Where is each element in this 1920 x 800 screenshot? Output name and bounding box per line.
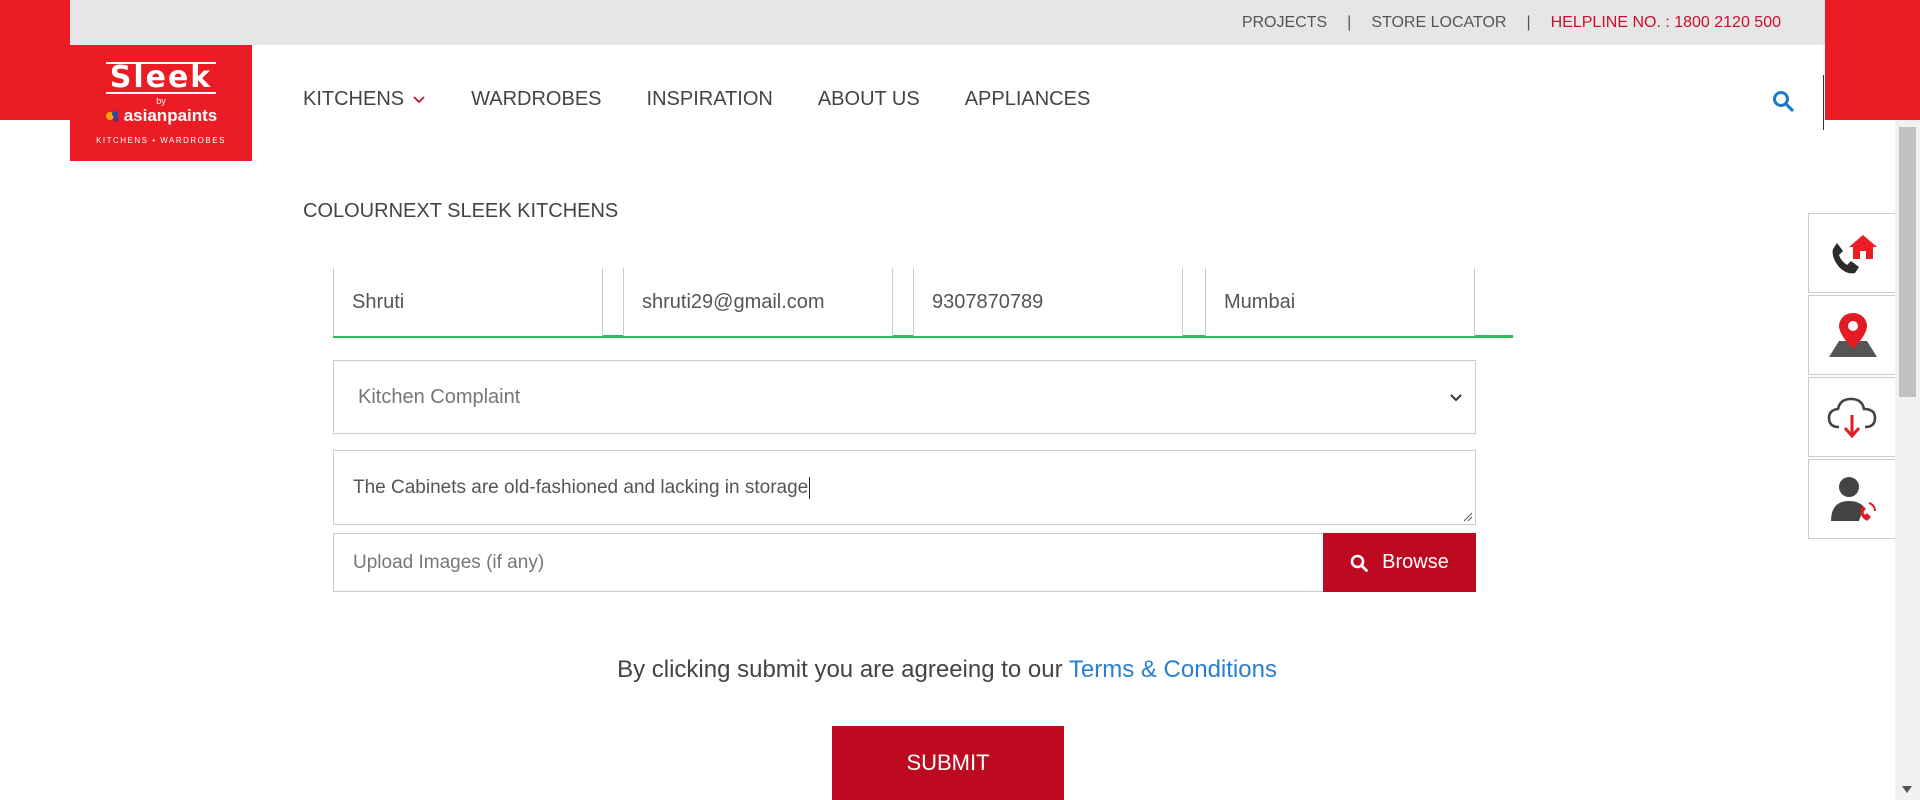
message-text: The Cabinets are old-fashioned and lacki… xyxy=(353,477,809,499)
agree-text: By clicking submit you are agreeing to o… xyxy=(617,656,1063,683)
chevron-down-icon xyxy=(413,95,425,103)
logo-by: by xyxy=(156,95,166,106)
nav-item-label: ABOUT US xyxy=(817,88,920,110)
upload-images-field[interactable]: Upload Images (if any) xyxy=(333,533,1323,592)
nav-item-label: KITCHENS xyxy=(303,88,405,110)
browse-label: Browse xyxy=(1382,551,1449,573)
upload-placeholder: Upload Images (if any) xyxy=(353,551,545,573)
sleek-logo[interactable]: Sleek by asianpaints KITCHENS • WARDROBE… xyxy=(70,45,252,161)
category-select[interactable]: Kitchen Complaint xyxy=(333,360,1476,434)
header-divider xyxy=(1823,75,1824,130)
submit-button[interactable]: SUBMIT xyxy=(832,726,1064,800)
contact-support-icon xyxy=(1830,477,1876,521)
logo-brand: asianpaints xyxy=(105,105,218,126)
main-nav: KITCHENS WARDROBES INSPIRATION ABOUT US … xyxy=(303,88,1090,111)
nav-item-appliances[interactable]: APPLIANCES xyxy=(965,88,1091,111)
nav-item-about-us[interactable]: ABOUT US xyxy=(818,88,920,111)
category-select-value: Kitchen Complaint xyxy=(358,385,521,408)
helpline-number[interactable]: HELPLINE NO. : 1800 2120 500 xyxy=(1551,14,1781,32)
message-textarea[interactable]: The Cabinets are old-fashioned and lacki… xyxy=(333,450,1476,525)
email-field[interactable]: shruti29@gmail.com xyxy=(623,268,893,336)
separator: | xyxy=(1526,13,1531,31)
brand-band-right xyxy=(1825,0,1920,120)
terms-link[interactable]: Terms & Conditions xyxy=(1069,656,1277,683)
resize-handle-icon[interactable] xyxy=(1461,510,1473,522)
name-field[interactable]: Shruti xyxy=(333,268,603,336)
separator: | xyxy=(1347,13,1352,31)
logo-wordmark: Sleek xyxy=(105,61,217,94)
call-home-icon xyxy=(1832,235,1877,274)
logo-brand-text: asianpaints xyxy=(123,105,218,125)
store-locator-button[interactable] xyxy=(1808,295,1896,375)
contact-support-button[interactable] xyxy=(1808,459,1896,539)
submit-label: SUBMIT xyxy=(906,750,990,775)
scroll-down-arrow-icon[interactable] xyxy=(1902,786,1912,794)
city-field[interactable]: Mumbai xyxy=(1205,268,1475,336)
nav-item-label: APPLIANCES xyxy=(964,88,1091,110)
phone-field[interactable]: 9307870789 xyxy=(913,268,1183,336)
text-caret xyxy=(809,477,811,499)
projects-link[interactable]: PROJECTS xyxy=(1242,14,1327,32)
nav-item-label: INSPIRATION xyxy=(646,88,773,110)
contact-fields-row: Shruti shruti29@gmail.com 9307870789 Mum… xyxy=(333,268,1513,338)
logo-tagline: KITCHENS • WARDROBES xyxy=(96,135,226,145)
nav-item-wardrobes[interactable]: WARDROBES xyxy=(471,88,601,111)
search-icon[interactable] xyxy=(1772,90,1794,112)
browse-button[interactable]: Browse xyxy=(1323,533,1476,592)
store-locator-link[interactable]: STORE LOCATOR xyxy=(1371,14,1506,32)
floating-side-panel xyxy=(1808,213,1896,541)
chevron-down-icon xyxy=(1450,394,1462,402)
cloud-download-icon xyxy=(1827,397,1876,439)
nav-item-inspiration[interactable]: INSPIRATION xyxy=(647,88,773,111)
nav-item-label: WARDROBES xyxy=(471,88,602,110)
top-utility-bar: PROJECTS | STORE LOCATOR | HELPLINE NO. … xyxy=(70,0,1825,45)
call-home-button[interactable] xyxy=(1808,213,1896,293)
search-icon xyxy=(1350,554,1369,572)
scrollbar-thumb[interactable] xyxy=(1899,127,1916,397)
location-pin-icon xyxy=(1828,313,1877,357)
page-scrollbar[interactable] xyxy=(1895,120,1920,800)
download-button[interactable] xyxy=(1808,377,1896,457)
asianpaints-mark-icon xyxy=(105,110,119,122)
brand-band-left xyxy=(0,0,70,120)
nav-item-kitchens[interactable]: KITCHENS xyxy=(303,88,426,111)
page-title: COLOURNEXT SLEEK KITCHENS xyxy=(303,200,619,222)
terms-notice: By clicking submit you are agreeing to o… xyxy=(0,656,1894,684)
